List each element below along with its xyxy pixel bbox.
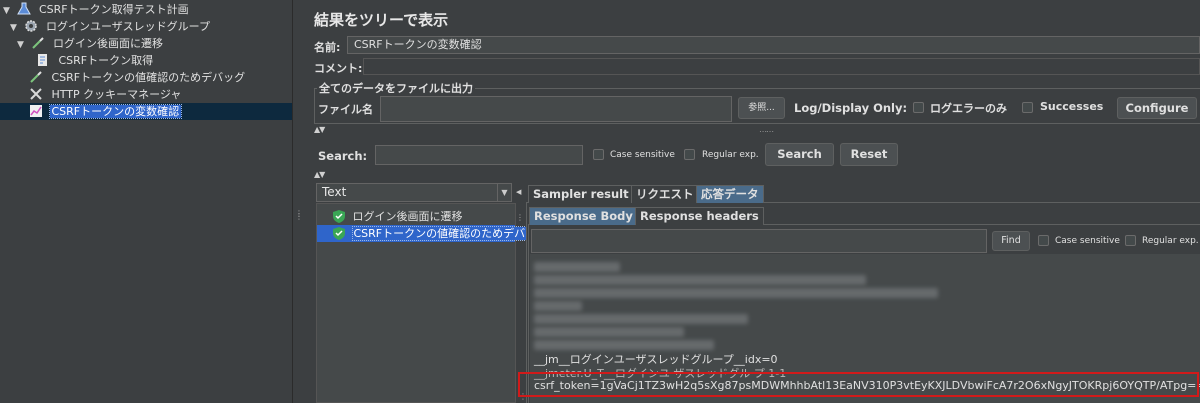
file-output-legend: 全てのデータをファイルに出力 [319,82,473,95]
name-field[interactable]: CSRFトークンの変数確認 [347,36,1200,54]
case-sensitive-checkbox[interactable] [593,149,604,160]
regular-exp-label: Regular exp. [702,150,759,160]
tree-item-cookie-manager[interactable]: HTTP クッキーマネージャ [29,86,183,103]
document-icon [38,54,47,66]
tree-item-label: CSRFトークン取得テスト計画 [39,3,189,16]
redacted-line [534,301,582,311]
successes-checkbox[interactable] [1022,102,1033,113]
tree-item-thread-group[interactable]: ▼ ログインユーザスレッドグループ [10,18,212,35]
redacted-line [534,275,866,285]
tab-request[interactable]: リクエスト [631,185,699,203]
tree-item-label: ログインユーザスレッドグループ [46,20,211,33]
search-button[interactable]: Search [765,143,834,166]
collapse-arrows-icon[interactable]: ▲▼ [314,125,325,134]
name-label: 名前: [314,41,341,54]
redacted-line [534,314,748,324]
csrf-token-highlight [518,372,1199,397]
result-item-label: ログイン後画面に遷移 [352,210,463,223]
tree-item-label: CSRFトークンの変数確認 [48,104,183,119]
redacted-line [534,327,684,337]
result-item-label: CSRFトークンの値確認のためデバ [351,226,528,241]
renderer-select[interactable]: Text ▼ [316,183,512,202]
splitter-grip-icon[interactable]: ⋮ [516,214,524,222]
browse-button[interactable]: 参照... [738,97,785,119]
success-shield-icon [333,227,345,240]
reset-button[interactable]: Reset [840,143,898,166]
redacted-line [534,288,938,298]
tree-item-csrf-var-check[interactable]: CSRFトークンの変数確認 [29,103,183,120]
flask-icon [16,2,31,15]
tree-item-label: ログイン後画面に遷移 [53,37,163,50]
file-name-input[interactable] [380,96,732,122]
errors-only-checkbox[interactable] [913,102,924,113]
tab-sampler-result[interactable]: Sampler result [528,185,634,203]
tree-item-test-plan[interactable]: ▼ CSRFトークン取得テスト計画 [3,1,191,18]
find-case-sensitive-checkbox[interactable] [1038,235,1049,246]
tree-item-csrf-debug[interactable]: CSRFトークンの値確認のためデバッグ [29,69,247,86]
tab-response-headers[interactable]: Response headers [635,207,764,225]
successes-label: Successes [1040,100,1104,113]
search-input[interactable] [375,145,583,165]
redacted-line [534,340,714,350]
page-title: 結果をツリーで表示 [314,11,449,29]
file-name-label: ファイル名 [318,103,373,116]
tree-item-label: HTTP クッキーマネージャ [51,88,182,101]
regular-exp-checkbox[interactable] [684,149,695,160]
find-input[interactable] [531,229,987,253]
pipette-icon [31,37,44,49]
find-regular-exp-checkbox[interactable] [1125,235,1136,246]
tree-item-label: CSRFトークンの値確認のためデバッグ [51,71,246,84]
case-sensitive-label: Case sensitive [610,150,675,160]
chevron-down-icon[interactable]: ▼ [497,184,511,201]
comment-label: コメント: [314,62,363,75]
splitter-dots-icon[interactable]: ⋯⋯ [759,127,774,136]
tree-item-login-transition[interactable]: ▼ ログイン後画面に遷移 [17,35,165,52]
sample-result-list: ログイン後画面に遷移 CSRFトークンの値確認のためデバ [316,203,528,403]
log-display-label: Log/Display Only: [794,101,908,115]
expand-arrow-icon[interactable]: ▼ [17,37,27,54]
redacted-line [534,262,620,272]
errors-only-label: ログエラーのみ [930,102,1007,115]
renderer-selected-value: Text [322,185,347,199]
tree-item-label: CSRFトークン取得 [58,54,154,67]
pipette-icon [30,71,42,83]
find-button[interactable]: Find [992,231,1030,251]
result-item[interactable]: ログイン後画面に遷移 [317,208,463,225]
collapse-left-icon[interactable]: ◀ [516,188,521,196]
comment-field[interactable] [363,58,1200,75]
find-case-sensitive-label: Case sensitive [1055,236,1120,246]
tools-icon [30,88,42,100]
success-shield-icon [333,210,345,223]
main-splitter[interactable]: ⋮ ⋮ [292,0,304,403]
find-regular-exp-label: Regular exp. [1142,236,1199,246]
result-item[interactable]: CSRFトークンの値確認のためデバ [317,225,528,242]
chart-icon [30,105,42,117]
collapse-arrows-icon[interactable]: ▲▼ [314,170,325,179]
gear-icon [24,20,37,32]
results-tree-panel: 結果をツリーで表示 名前: CSRFトークンの変数確認 コメント: 全てのデータ… [304,0,1200,403]
tab-response-data[interactable]: 応答データ [696,185,764,203]
tab-response-body[interactable]: Response Body [529,207,638,225]
search-label: Search: [318,149,368,163]
configure-button[interactable]: Configure [1117,97,1197,119]
test-plan-tree: ▼ CSRFトークン取得テスト計画 ▼ ログインユーザスレッドグループ ▼ ログ… [0,0,292,403]
splitter-grip-icon[interactable]: ⋮ ⋮ [295,210,303,221]
tree-item-csrf-extract[interactable]: CSRFトークン取得 [36,52,155,69]
